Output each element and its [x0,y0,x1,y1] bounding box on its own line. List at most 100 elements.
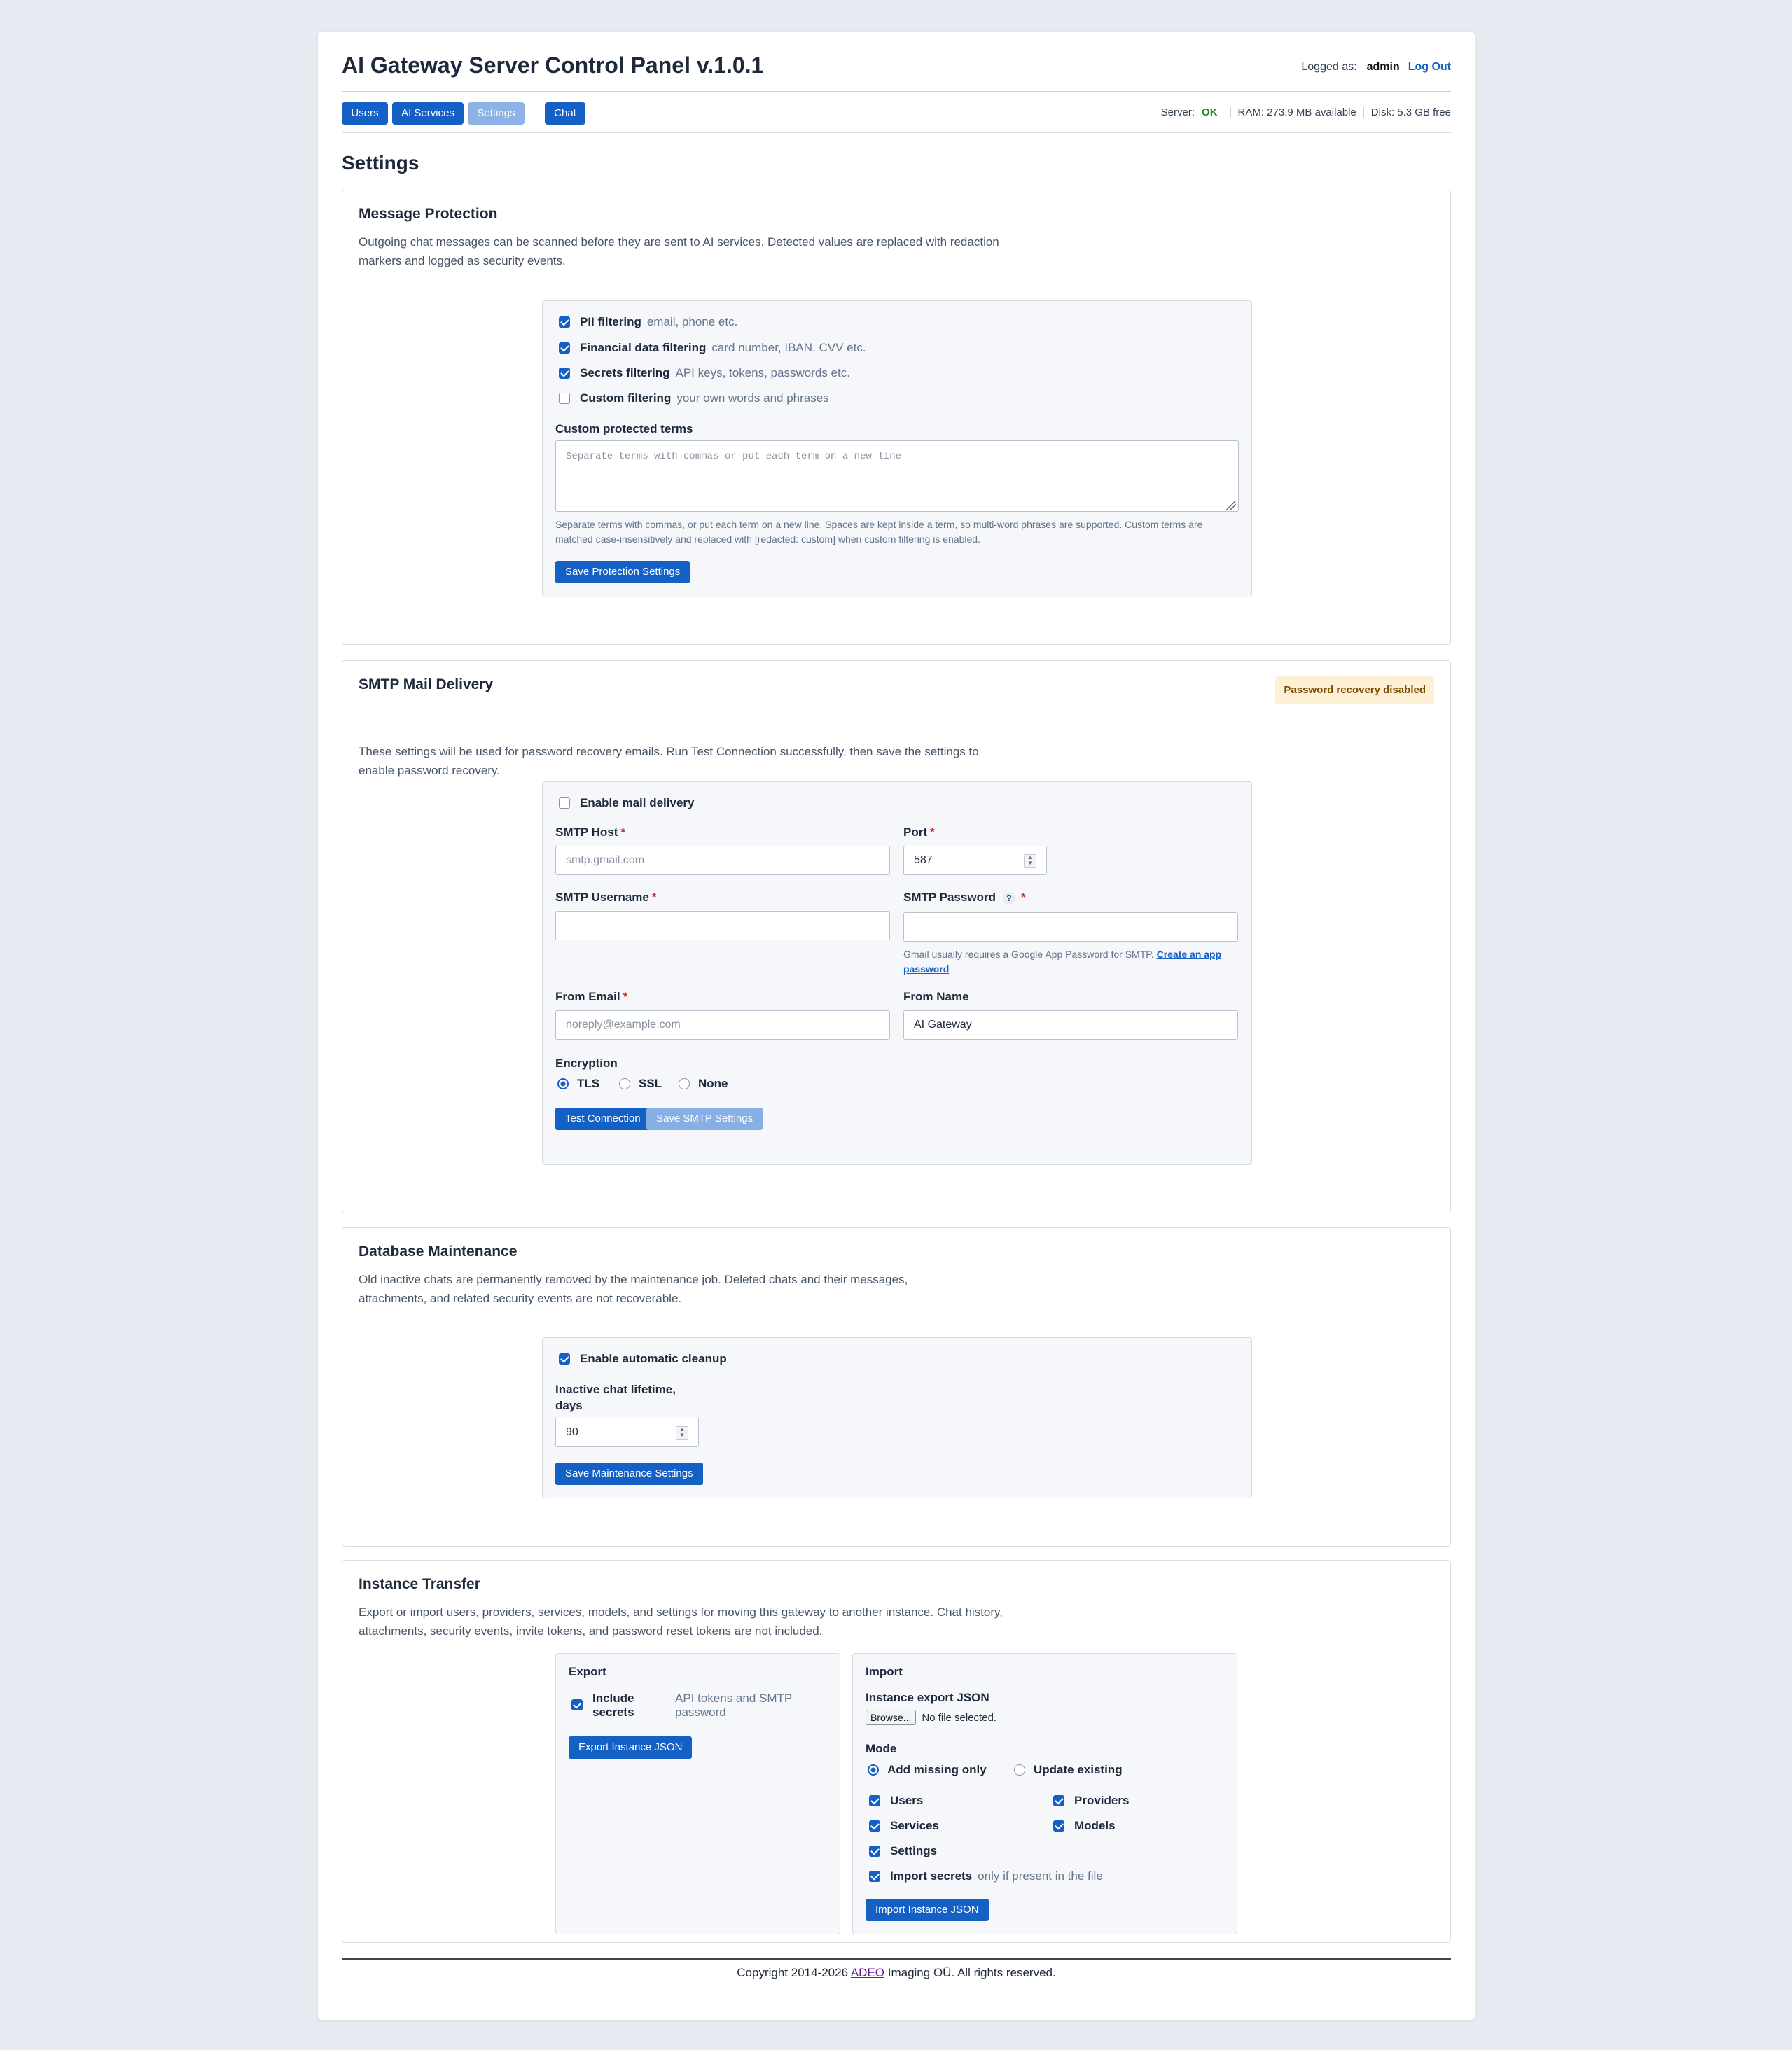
import-title: Import [866,1665,903,1678]
from-name-input[interactable]: AI Gateway [903,1010,1238,1040]
company-link[interactable]: ADEO [851,1966,884,1979]
checkbox[interactable] [559,393,570,404]
export-json-button[interactable]: Export Instance JSON [569,1736,693,1759]
smtp-section: SMTP Mail Delivery Password recovery dis… [342,660,1451,1213]
encryption-ssl[interactable]: SSL [619,1077,662,1091]
user-info: Logged as: admin Log Out [1301,61,1451,74]
tab-ai-services[interactable]: AI Services [392,102,464,125]
enable-cleanup[interactable]: Enable automatic cleanup [559,1352,732,1366]
logout-link[interactable]: Log Out [1408,61,1451,73]
smtp-host-label: SMTP Host * [555,825,625,839]
radio-label: SSL [639,1077,662,1090]
smtp-password-label: SMTP Password? * [903,891,1026,905]
checkbox[interactable] [1053,1820,1064,1832]
from-email-label: From Email * [555,990,627,1004]
filter-secrets[interactable]: Secrets filtering API keys, tokens, pass… [559,366,850,380]
checkbox[interactable] [571,1699,583,1710]
test-connection-button[interactable]: Test Connection [555,1108,651,1130]
maintenance-panel: Enable automatic cleanup Inactive chat l… [542,1337,1252,1498]
mode-add-missing[interactable]: Add missing only [868,1763,992,1777]
smtp-username-input[interactable] [555,911,890,940]
help-icon[interactable]: ? [1002,892,1015,905]
file-picker[interactable]: Browse... No file selected. [866,1710,996,1725]
section-title: Message Protection [359,206,498,222]
import-providers[interactable]: Providers [1053,1794,1134,1808]
smtp-password-input[interactable] [903,912,1238,942]
checkbox[interactable] [559,342,570,354]
footer: Copyright 2014-2026 ADEO Imaging OÜ. All… [318,1966,1475,1980]
encryption-none[interactable]: None [679,1077,728,1091]
import-services[interactable]: Services [869,1819,945,1833]
checkbox[interactable] [1053,1795,1064,1806]
section-description: Old inactive chats are permanently remov… [359,1273,908,1305]
import-secrets[interactable]: Import secrets only if present in the fi… [869,1869,1103,1883]
lifetime-value: 90 [566,1426,578,1438]
encryption-tls[interactable]: TLS [557,1077,599,1091]
checkbox-label: Enable mail delivery [580,796,695,809]
import-json-button[interactable]: Import Instance JSON [866,1899,989,1921]
save-maintenance-button[interactable]: Save Maintenance Settings [555,1463,703,1485]
mode-update-existing[interactable]: Update existing [1014,1763,1128,1777]
checkbox[interactable] [559,316,570,328]
file-status: No file selected. [922,1712,997,1724]
browse-button[interactable]: Browse... [866,1710,917,1725]
tab-chat[interactable]: Chat [545,102,585,125]
filter-pii[interactable]: PII filtering email, phone etc. [559,315,737,329]
checkbox[interactable] [559,1353,570,1365]
section-description: Outgoing chat messages can be scanned be… [359,235,999,267]
nav-divider [342,132,1451,133]
enable-mail-delivery[interactable]: Enable mail delivery [559,796,700,810]
custom-terms-textarea[interactable]: Separate terms with commas or put each t… [555,440,1239,512]
required-mark: * [930,825,935,839]
page-title: Settings [342,152,419,174]
import-models[interactable]: Models [1053,1819,1121,1833]
checkbox-label: Include secrets [592,1692,669,1720]
checkbox[interactable] [869,1820,880,1832]
checkbox-label: Models [1074,1819,1116,1832]
tab-users[interactable]: Users [342,102,388,125]
checkbox[interactable] [869,1795,880,1806]
label-line: Include [592,1692,634,1705]
lifetime-input[interactable]: 90 ▲ ▼ [555,1418,699,1447]
server-status: Server: OK RAM: 273.9 MB available Disk: 5.… [1161,106,1451,119]
radio-label: None [698,1077,728,1090]
filter-label: Secrets filtering [580,366,670,379]
radio[interactable] [557,1078,569,1089]
export-panel: Export Include secrets API tokens and SM… [555,1653,840,1934]
include-secrets[interactable]: Include secrets API tokens and SMTP pass… [571,1692,815,1720]
checkbox[interactable] [559,797,570,809]
checkbox-label: Services [890,1819,939,1832]
maintenance-section: Database Maintenance Old inactive chats … [342,1227,1451,1547]
filter-financial[interactable]: Financial data filtering card number, IB… [559,341,866,355]
checkbox[interactable] [559,368,570,379]
checkbox[interactable] [869,1871,880,1882]
export-title: Export [569,1665,606,1678]
radio[interactable] [619,1078,630,1089]
message-protection-section: Message Protection Outgoing chat message… [342,190,1451,645]
radio[interactable] [868,1764,879,1776]
radio-label: TLS [577,1077,600,1090]
import-users[interactable]: Users [869,1794,929,1808]
copyright-text: Copyright 2014-2026 [737,1966,851,1979]
checkbox[interactable] [869,1846,880,1857]
tab-settings[interactable]: Settings [468,102,525,125]
filter-custom[interactable]: Custom filtering your own words and phra… [559,391,829,405]
resize-grip-icon[interactable] [1226,501,1236,510]
radio[interactable] [679,1078,690,1089]
stepper-icon[interactable]: ▲ ▼ [676,1426,688,1440]
smtp-host-input[interactable]: smtp.gmail.com [555,846,890,875]
section-description: Export or import users, providers, servi… [359,1605,1003,1638]
save-smtp-button[interactable]: Save SMTP Settings [646,1108,763,1130]
label-line: days [555,1399,583,1412]
mode-label: Mode [866,1742,897,1755]
app-title: AI Gateway Server Control Panel v.1.0.1 [342,53,764,78]
save-protection-button[interactable]: Save Protection Settings [555,561,690,583]
encryption-label: Encryption [555,1057,618,1070]
section-title: Database Maintenance [359,1243,518,1260]
label-text: SMTP Password [903,891,996,904]
port-input[interactable]: 587 ▲ ▼ [903,846,1047,875]
radio[interactable] [1014,1764,1025,1776]
stepper-icon[interactable]: ▲ ▼ [1024,854,1036,868]
from-email-input[interactable]: noreply@example.com [555,1010,890,1040]
import-settings[interactable]: Settings [869,1844,943,1858]
